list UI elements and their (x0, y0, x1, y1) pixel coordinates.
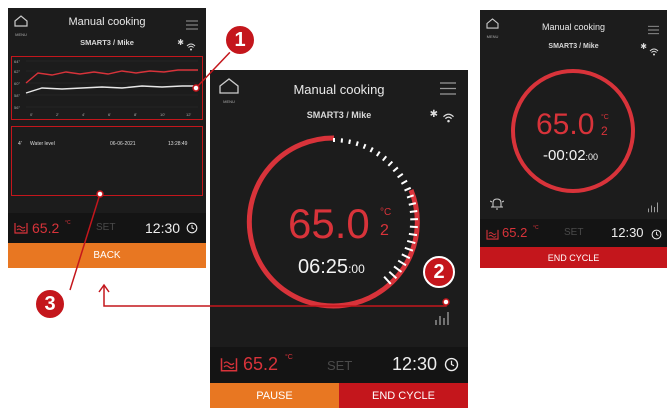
callout-badge: 3 (34, 288, 66, 320)
callout-lines (69, 47, 450, 307)
callout-badge: 2 (423, 256, 455, 288)
callout-badge: 1 (224, 24, 256, 56)
